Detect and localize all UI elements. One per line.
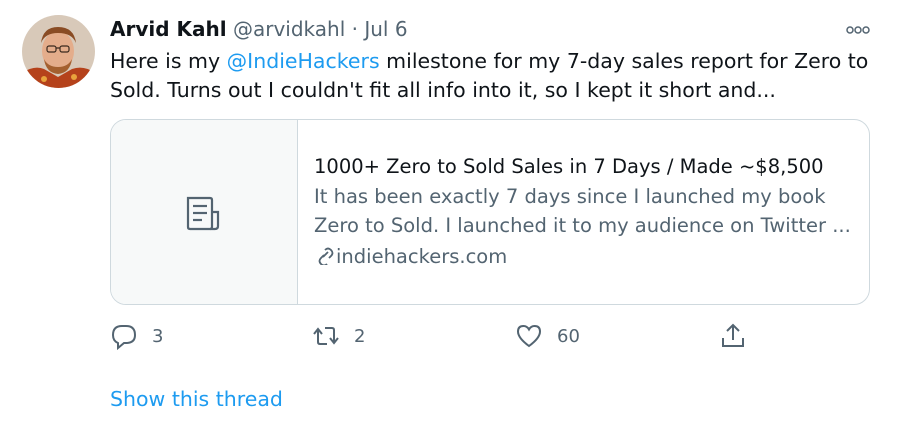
card-title: 1000+ Zero to Sold Sales in 7 Days / Mad… xyxy=(314,155,824,178)
more-options-icon[interactable] xyxy=(845,22,871,36)
tweet-date[interactable]: Jul 6 xyxy=(364,17,407,41)
mention-link[interactable]: @IndieHackers xyxy=(227,49,380,73)
reply-icon xyxy=(111,325,137,350)
author-handle[interactable]: @arvidkahl xyxy=(233,17,345,41)
tweet[interactable]: Arvid Kahl @arvidkahl · Jul 6 Here is my… xyxy=(0,0,901,428)
tweet-header: Arvid Kahl @arvidkahl · Jul 6 xyxy=(110,16,408,42)
show-thread-link[interactable]: Show this thread xyxy=(110,384,283,414)
tweet-text-prefix: Here is my xyxy=(110,49,227,73)
link-icon xyxy=(318,247,334,265)
tweet-text: Here is my @IndieHackers milestone for m… xyxy=(110,47,870,105)
document-icon xyxy=(186,196,220,231)
author-name[interactable]: Arvid Kahl xyxy=(110,17,227,41)
card-domain-text: indiehackers.com xyxy=(336,245,508,268)
reply-count: 3 xyxy=(152,326,164,347)
like-button[interactable]: 60 xyxy=(515,322,595,352)
card-thumbnail xyxy=(111,120,298,304)
card-description: It has been exactly 7 days since I launc… xyxy=(314,185,851,237)
share-icon xyxy=(722,323,744,347)
retweet-count: 2 xyxy=(354,326,366,347)
retweet-button[interactable]: 2 xyxy=(312,322,392,352)
avatar[interactable] xyxy=(22,15,95,88)
heart-icon xyxy=(516,324,542,348)
share-button[interactable] xyxy=(719,322,749,352)
retweet-icon xyxy=(313,327,339,345)
card-domain: indiehackers.com xyxy=(314,242,857,272)
like-count: 60 xyxy=(557,326,580,347)
reply-button[interactable]: 3 xyxy=(110,322,190,352)
card-body: 1000+ Zero to Sold Sales in 7 Days / Mad… xyxy=(314,152,857,272)
avatar-image xyxy=(22,15,95,88)
link-card[interactable]: 1000+ Zero to Sold Sales in 7 Days / Mad… xyxy=(110,119,870,305)
header-separator: · xyxy=(351,17,358,41)
